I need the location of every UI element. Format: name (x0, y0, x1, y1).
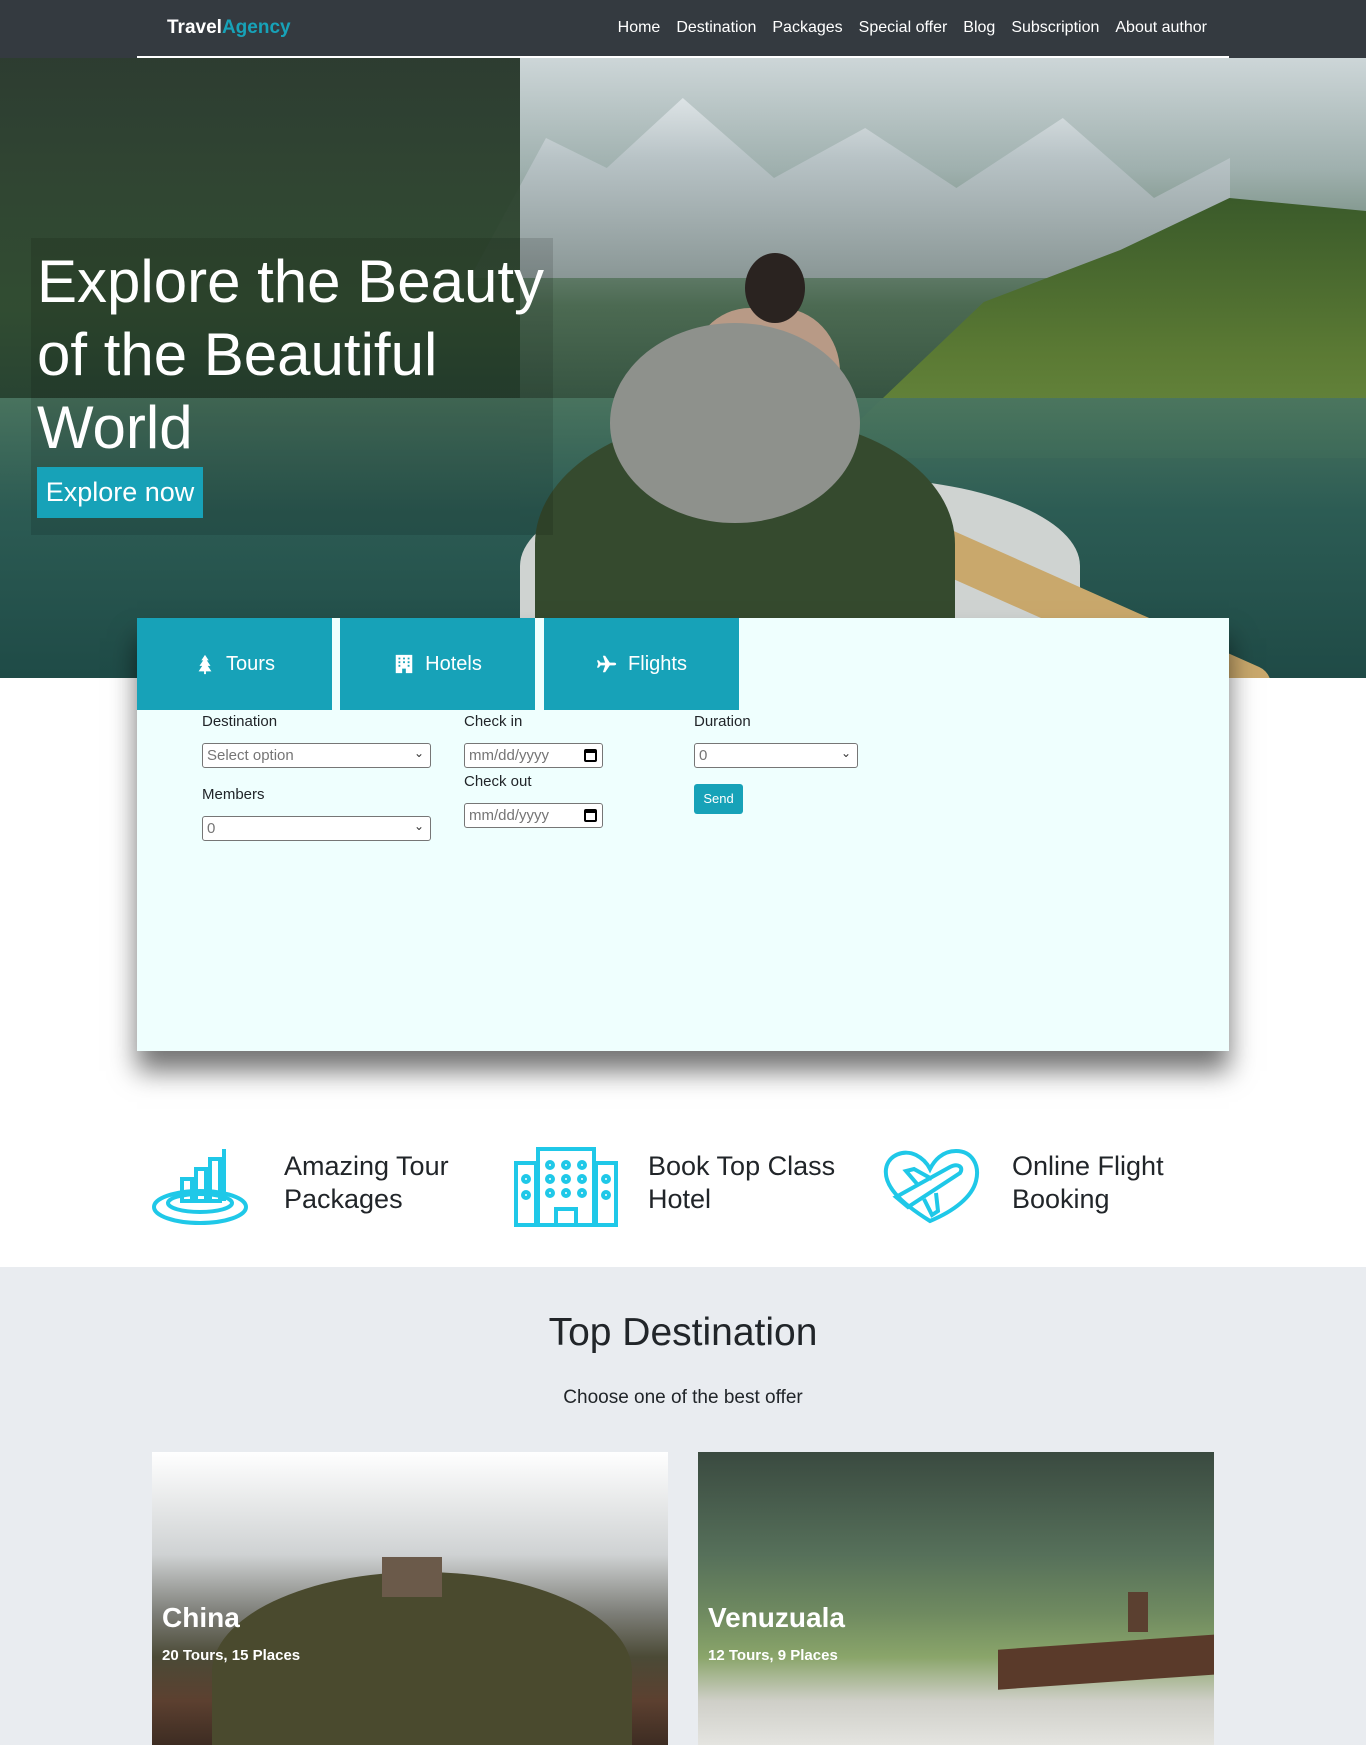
chevron-down-icon: ⌄ (413, 746, 424, 760)
section-title: Top Destination (548, 1311, 818, 1354)
top-destination-section: Top Destination Choose one of the best o… (0, 1267, 1366, 1745)
calendar-icon[interactable] (584, 809, 597, 822)
plane-icon (596, 655, 617, 673)
nav-destination[interactable]: Destination (676, 19, 756, 37)
section-subtitle: Choose one of the best offer (563, 1387, 803, 1408)
chevron-down-icon: ⌄ (413, 819, 424, 833)
feature-hotel-text: Book Top Class Hotel (648, 1151, 836, 1214)
flight-heart-icon (883, 1148, 979, 1224)
duration-label: Duration (694, 713, 751, 730)
card-image-table (998, 1634, 1214, 1690)
tab-flights-label: Flights (628, 652, 687, 675)
navbar: TravelAgency Home Destination Packages S… (0, 0, 1366, 58)
hero-person-head (745, 253, 805, 323)
tree-icon (198, 654, 212, 675)
hotel-building-icon (514, 1147, 618, 1227)
nav-home[interactable]: Home (618, 19, 661, 37)
destination-label: Destination (202, 713, 278, 730)
feature-flight-text: Online Flight Booking (1012, 1151, 1164, 1214)
nav-blog[interactable]: Blog (963, 19, 995, 37)
members-select-value: 0 (207, 820, 216, 837)
checkin-date-input[interactable]: mm/dd/yyyy (464, 743, 603, 768)
tab-tours-label: Tours (226, 652, 275, 675)
duration-select[interactable]: 0 ⌄ (694, 743, 858, 768)
card-meta: 20 Tours, 15 Places (162, 1647, 301, 1664)
members-label: Members (202, 786, 265, 803)
card-title: Venuzuala (708, 1602, 845, 1633)
hero-hat (610, 323, 860, 523)
nav-special-offer[interactable]: Special offer (859, 19, 948, 37)
card-image-wall (382, 1557, 442, 1597)
hero-title: Explore the Beauty of the Beautiful Worl… (37, 248, 544, 461)
send-button[interactable]: Send (694, 784, 743, 814)
tab-flights[interactable]: Flights (544, 618, 739, 710)
tab-tours[interactable]: Tours (137, 618, 332, 710)
card-meta: 12 Tours, 9 Places (708, 1647, 838, 1664)
checkout-placeholder: mm/dd/yyyy (469, 807, 550, 824)
nav-packages[interactable]: Packages (772, 19, 842, 37)
brand-main: Travel (167, 17, 222, 38)
hero-mountain (470, 98, 1230, 278)
nav-about-author[interactable]: About author (1115, 19, 1207, 37)
brand-accent: Agency (221, 17, 291, 38)
checkout-date-input[interactable]: mm/dd/yyyy (464, 803, 603, 828)
card-image-lamp (1128, 1592, 1148, 1632)
feature-tour-text: Amazing Tour Packages (284, 1151, 449, 1214)
chevron-down-icon: ⌄ (840, 746, 851, 760)
hotel-icon (395, 654, 413, 674)
nav-links: Home Destination Packages Special offer … (618, 19, 1207, 37)
tab-hotels[interactable]: Hotels (340, 618, 535, 710)
destination-card-venuzuala[interactable]: Venuzuala 12 Tours, 9 Places (698, 1452, 1214, 1745)
tour-package-icon (152, 1149, 248, 1225)
destination-select-value: Select option (207, 747, 294, 764)
checkout-label: Check out (464, 773, 532, 790)
checkin-label: Check in (464, 713, 523, 730)
nav-subscription[interactable]: Subscription (1011, 19, 1099, 37)
members-select[interactable]: 0 ⌄ (202, 816, 431, 841)
calendar-icon[interactable] (584, 749, 597, 762)
card-title: China (162, 1602, 240, 1633)
brand-logo[interactable]: TravelAgency (167, 17, 291, 39)
booking-panel: Tours Hotels Flights Destination Select … (137, 618, 1229, 1051)
checkin-placeholder: mm/dd/yyyy (469, 747, 550, 764)
tab-hotels-label: Hotels (425, 652, 482, 675)
navbar-inner: TravelAgency Home Destination Packages S… (137, 0, 1229, 58)
duration-select-value: 0 (699, 747, 708, 764)
explore-now-button[interactable]: Explore now (37, 467, 203, 518)
destination-select[interactable]: Select option ⌄ (202, 743, 431, 768)
destination-card-china[interactable]: China 20 Tours, 15 Places (152, 1452, 668, 1745)
